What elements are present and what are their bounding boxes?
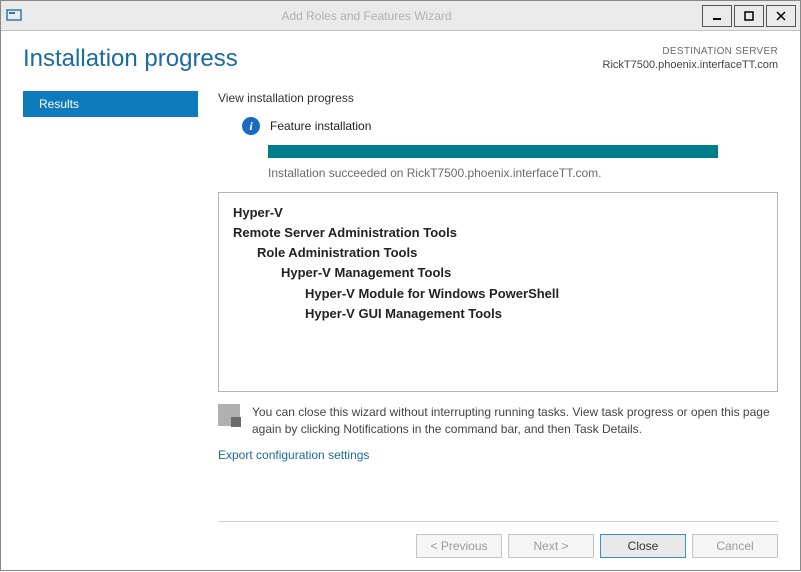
window-controls bbox=[700, 5, 796, 27]
feature-row: i Feature installation bbox=[242, 117, 778, 135]
minimize-button[interactable] bbox=[702, 5, 732, 27]
tree-item: Role Administration Tools bbox=[233, 243, 763, 263]
tree-item: Remote Server Administration Tools bbox=[233, 223, 763, 243]
tree-item: Hyper-V bbox=[233, 203, 763, 223]
titlebar: Add Roles and Features Wizard bbox=[1, 1, 800, 31]
button-row: < Previous Next > Close Cancel bbox=[218, 521, 778, 572]
cancel-button: Cancel bbox=[692, 534, 778, 558]
window-title: Add Roles and Features Wizard bbox=[33, 9, 700, 23]
destination-name: RickT7500.phoenix.interfaceTT.com bbox=[603, 58, 778, 72]
next-button: Next > bbox=[508, 534, 594, 558]
sidebar-item-label: Results bbox=[39, 97, 79, 111]
feature-tree: Hyper-V Remote Server Administration Too… bbox=[218, 192, 778, 392]
export-settings-link[interactable]: Export configuration settings bbox=[218, 448, 778, 462]
tree-item: Hyper-V Management Tools bbox=[233, 263, 763, 283]
info-icon: i bbox=[242, 117, 260, 135]
header: Installation progress DESTINATION SERVER… bbox=[23, 45, 778, 73]
section-label: View installation progress bbox=[218, 91, 778, 105]
note-row: You can close this wizard without interr… bbox=[218, 404, 778, 438]
sidebar-item-results[interactable]: Results bbox=[23, 91, 198, 117]
status-text: Installation succeeded on RickT7500.phoe… bbox=[268, 166, 778, 180]
close-wizard-button[interactable]: Close bbox=[600, 534, 686, 558]
tree-item: Hyper-V GUI Management Tools bbox=[233, 304, 763, 324]
note-text: You can close this wizard without interr… bbox=[252, 404, 778, 438]
tree-item: Hyper-V Module for Windows PowerShell bbox=[233, 284, 763, 304]
sidebar: Results bbox=[23, 91, 198, 572]
main-row: Results View installation progress i Fea… bbox=[23, 91, 778, 572]
server-manager-icon bbox=[5, 7, 23, 25]
flag-icon bbox=[218, 404, 240, 426]
destination-label: DESTINATION SERVER bbox=[603, 45, 778, 58]
right-panel: View installation progress i Feature ins… bbox=[218, 91, 778, 572]
previous-button: < Previous bbox=[416, 534, 502, 558]
close-button[interactable] bbox=[766, 5, 796, 27]
content: Installation progress DESTINATION SERVER… bbox=[1, 31, 800, 572]
destination-block: DESTINATION SERVER RickT7500.phoenix.int… bbox=[603, 45, 778, 72]
feature-label: Feature installation bbox=[270, 119, 371, 133]
maximize-button[interactable] bbox=[734, 5, 764, 27]
progress-bar bbox=[268, 145, 718, 158]
page-title: Installation progress bbox=[23, 45, 238, 73]
